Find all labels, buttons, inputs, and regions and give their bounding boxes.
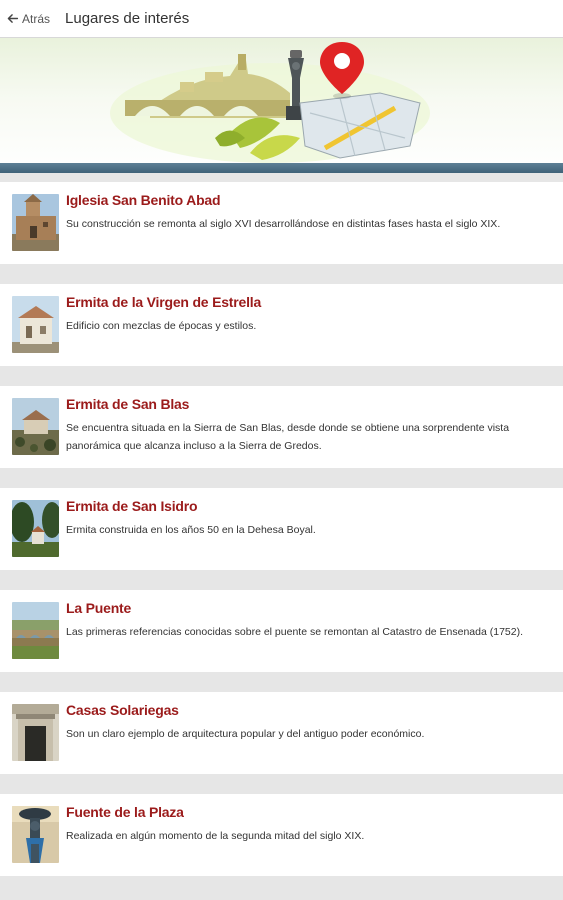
header-banner [0, 38, 563, 173]
app-header: Atrás Lugares de interés [0, 0, 563, 38]
hermitage-photo [12, 296, 59, 353]
list-item[interactable]: Casas Solariegas Son un claro ejemplo de… [0, 692, 563, 774]
list-item[interactable]: Fuente de la Plaza Realizada en algún mo… [0, 794, 563, 876]
list-item[interactable]: Ermita de San Blas Se encuentra situada … [0, 386, 563, 468]
item-title: Ermita de San Blas [66, 396, 190, 412]
item-description: Ermita construida en los años 50 en la D… [66, 524, 316, 536]
item-description: Se encuentra situada en la Sierra de San… [66, 422, 510, 452]
item-title: Casas Solariegas [66, 702, 179, 718]
item-description: Son un claro ejemplo de arquitectura pop… [66, 728, 425, 740]
item-title: Ermita de San Isidro [66, 498, 198, 514]
item-description: Realizada en algún momento de la segunda… [66, 830, 365, 842]
church-photo [12, 194, 59, 251]
list-item[interactable]: Ermita de San Isidro Ermita construida e… [0, 488, 563, 570]
item-description: Las primeras referencias conocidas sobre… [66, 626, 524, 638]
item-description: Edificio con mezclas de épocas y estilos… [66, 320, 257, 332]
bridge-photo [12, 602, 59, 659]
back-label: Atrás [22, 11, 51, 26]
arrow-left-icon [7, 14, 19, 23]
manor-door-photo [12, 704, 59, 761]
list-item[interactable]: Ermita de la Virgen de Estrella Edificio… [0, 284, 563, 366]
item-title: Iglesia San Benito Abad [66, 192, 221, 208]
fountain-statue-photo [12, 806, 59, 863]
item-title: La Puente [66, 600, 132, 616]
item-description: Su construcción se remonta al siglo XVI … [66, 218, 501, 230]
list-item[interactable]: Iglesia San Benito Abad Su construcción … [0, 182, 563, 264]
back-button[interactable]: Atrás [6, 12, 50, 26]
item-title: Fuente de la Plaza [66, 804, 184, 820]
banner-illustration [110, 42, 430, 163]
page-title: Lugares de interés [65, 10, 190, 27]
item-title: Ermita de la Virgen de Estrella [66, 294, 262, 310]
trees-hermitage-photo [12, 500, 59, 557]
banner-stripe [0, 163, 563, 173]
list-item[interactable]: La Puente Las primeras referencias conoc… [0, 590, 563, 672]
hilltop-hermitage-photo [12, 398, 59, 455]
